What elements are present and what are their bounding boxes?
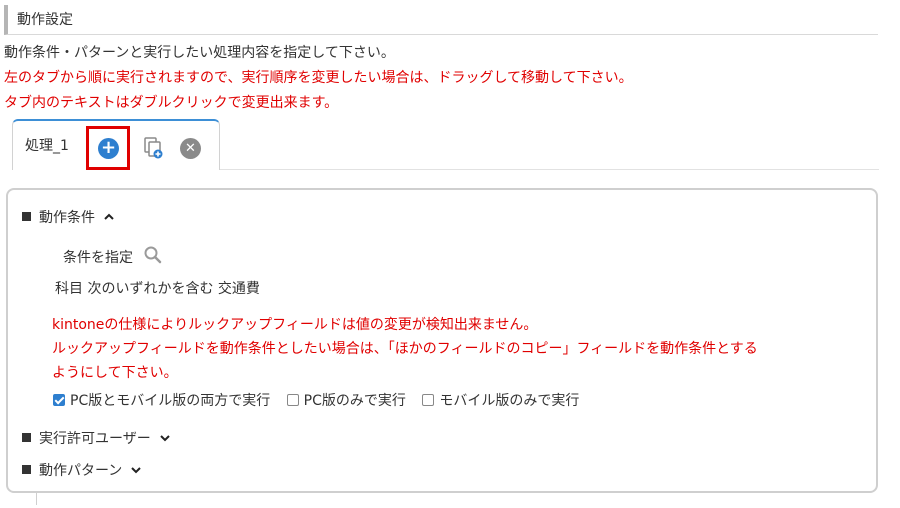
panel-connector (36, 493, 37, 505)
condition-text: 科目 次のいずれかを含む 交通費 (55, 281, 260, 297)
description-line: 動作条件・パターンと実行したい処理内容を指定して下さい。 (4, 45, 395, 61)
run-options: PC版とモバイル版の両方で実行 PC版のみで実行 モバイル版のみで実行 (53, 390, 591, 410)
rename-instruction: タブ内のテキストはダブルクリックで変更出来ます。 (4, 95, 339, 111)
checkbox-checked[interactable] (53, 394, 65, 406)
lookup-warning-line3: ようにして下さい。 (52, 365, 178, 381)
patterns-label: 動作パターン (39, 463, 123, 479)
checkbox[interactable] (286, 394, 299, 406)
tab-process-1[interactable]: 処理_1 + ✕ (12, 119, 220, 170)
tab-label[interactable]: 処理_1 (25, 135, 69, 155)
option-pc-only-label: PC版のみで実行 (303, 393, 406, 409)
permitted-users-label: 実行許可ユーザー (39, 431, 151, 447)
chevron-down-icon[interactable] (130, 464, 142, 478)
add-icon[interactable]: + (98, 138, 119, 159)
lookup-warning-line2: ルックアップフィールドを動作条件としたい場合は、「ほかのフィールドのコピー」フィ… (52, 341, 758, 357)
order-instruction: 左のタブから順に実行されますので、実行順序を変更したい場合は、ドラッグして移動し… (4, 70, 633, 86)
checkbox[interactable] (422, 394, 435, 406)
tab-baseline (220, 169, 879, 170)
bullet (22, 433, 31, 442)
search-icon[interactable] (143, 245, 163, 269)
condition-specify-row: 条件を指定 (63, 245, 163, 269)
close-icon[interactable]: ✕ (180, 138, 201, 159)
process-panel: 動作条件 条件を指定 科目 次のいずれかを含む 交通費 kintoneの仕様によ… (6, 188, 878, 493)
chevron-up-icon[interactable] (103, 211, 115, 225)
section-title: 動作設定 (17, 12, 73, 28)
option-mobile-only-label: モバイル版のみで実行 (439, 393, 580, 409)
option-both-label: PC版とモバイル版の両方で実行 (70, 393, 271, 409)
bullet (22, 465, 31, 474)
patterns-heading[interactable]: 動作パターン (22, 460, 142, 480)
chevron-down-icon[interactable] (159, 432, 171, 446)
lookup-warning-line1: kintoneの仕様によりルックアップフィールドは値の変更が検知出来ません。 (52, 317, 538, 333)
copy-icon[interactable] (143, 137, 163, 163)
option-mobile-only[interactable]: モバイル版のみで実行 (422, 393, 579, 409)
section-header: 動作設定 (4, 5, 878, 35)
conditions-heading-label: 動作条件 (39, 210, 95, 226)
option-pc-only[interactable]: PC版のみで実行 (286, 393, 406, 409)
conditions-heading[interactable]: 動作条件 (22, 207, 115, 227)
permitted-users-heading[interactable]: 実行許可ユーザー (22, 428, 171, 448)
option-both[interactable]: PC版とモバイル版の両方で実行 (53, 393, 270, 409)
bullet (22, 212, 31, 221)
condition-specify-label: 条件を指定 (63, 250, 133, 266)
